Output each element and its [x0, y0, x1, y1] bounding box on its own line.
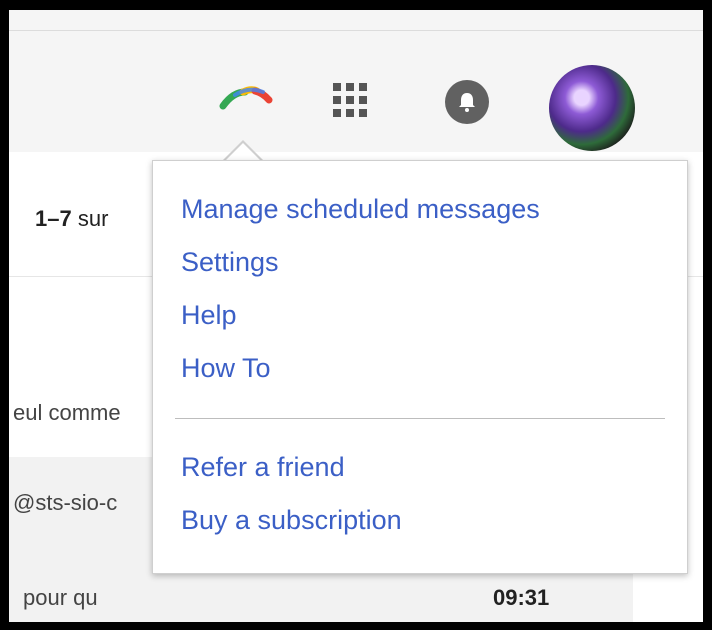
extension-dropdown-menu: Manage scheduled messages Settings Help …: [152, 160, 688, 574]
pager-range: 1–7: [35, 206, 72, 231]
mail-snippet: pour qu: [23, 585, 98, 610]
notification-bell-icon[interactable]: [445, 80, 489, 124]
mail-time: 09:31: [493, 585, 550, 610]
apps-grid-icon[interactable]: [331, 81, 369, 119]
extension-rainbow-icon[interactable]: [219, 82, 279, 112]
menu-item-manage-scheduled[interactable]: Manage scheduled messages: [181, 194, 540, 225]
user-avatar[interactable]: [549, 65, 635, 151]
mail-snippet: eul comme: [13, 400, 121, 425]
pager-of: sur: [77, 206, 109, 231]
header-divider: [9, 30, 703, 31]
menu-item-refer-friend[interactable]: Refer a friend: [181, 452, 345, 483]
top-header: [9, 10, 703, 153]
menu-item-help[interactable]: Help: [181, 300, 237, 331]
menu-item-buy-subscription[interactable]: Buy a subscription: [181, 505, 402, 536]
menu-item-settings[interactable]: Settings: [181, 247, 279, 278]
menu-divider: [175, 418, 665, 419]
mail-snippet: @sts-sio-c: [13, 490, 118, 515]
menu-item-how-to[interactable]: How To: [181, 353, 271, 384]
pager-count: 1–7 sur: [35, 206, 108, 232]
